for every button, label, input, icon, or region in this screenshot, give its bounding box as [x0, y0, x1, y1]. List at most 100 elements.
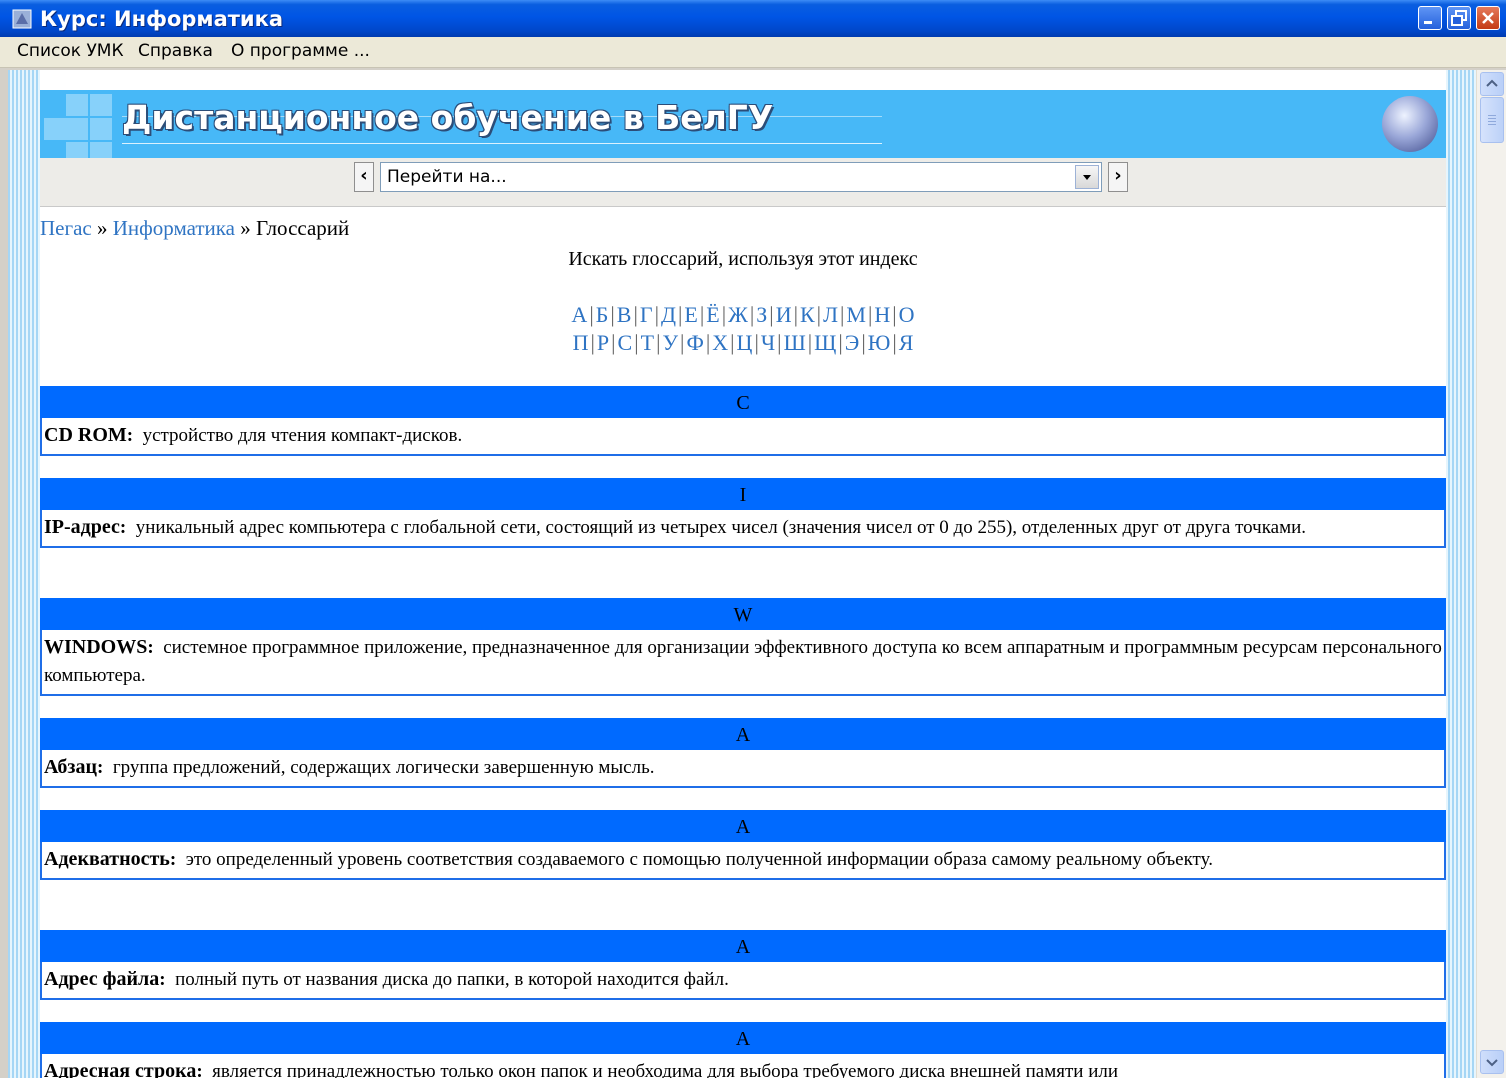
entry-term: Адресная строка: [44, 1060, 197, 1078]
index-letter-link[interactable]: М: [846, 302, 866, 327]
index-letter-link[interactable]: Е: [684, 302, 697, 327]
index-letter-link[interactable]: Э: [845, 330, 860, 355]
index-letter-link[interactable]: Ц: [737, 330, 753, 355]
chevron-down-icon[interactable]: [1075, 165, 1099, 189]
entry-term: Адрес файла: [44, 968, 160, 990]
index-letter-link[interactable]: Т: [641, 330, 654, 355]
index-separator: |: [793, 302, 798, 327]
entry-definition: является принадлежностью только окон пап…: [212, 1061, 1119, 1078]
index-separator: |: [892, 302, 897, 327]
window-title-bar[interactable]: Курс: Информатика: [0, 0, 1506, 37]
restore-icon[interactable]: [1447, 6, 1471, 30]
index-letter-link[interactable]: Р: [597, 330, 609, 355]
scroll-up-icon[interactable]: [1480, 72, 1504, 96]
menu-item-help[interactable]: Справка: [138, 41, 213, 61]
menu-item-about[interactable]: О программе ...: [231, 41, 370, 61]
breadcrumb-link-course[interactable]: Информатика: [113, 216, 235, 240]
prev-button[interactable]: ‹: [354, 162, 374, 192]
index-letter-link[interactable]: Ю: [868, 330, 891, 355]
entry-body: Адресная строка: является принадлежность…: [40, 1054, 1446, 1078]
index-letter-link[interactable]: К: [800, 302, 815, 327]
app-icon: [12, 9, 32, 29]
index-letter-link[interactable]: Ч: [761, 330, 775, 355]
index-letter-link[interactable]: Д: [661, 302, 676, 327]
index-letter-link[interactable]: Ё: [706, 302, 719, 327]
breadcrumb: Пегас » Информатика » Глоссарий: [40, 216, 349, 241]
next-button[interactable]: ›: [1108, 162, 1128, 192]
vertical-scrollbar[interactable]: [1476, 70, 1506, 1078]
alphabet-index-row-2: П|Р|С|Т|У|Ф|Х|Ц|Ч|Ш|Щ|Э|Ю|Я: [40, 330, 1446, 356]
jump-to-select[interactable]: Перейти на...: [380, 162, 1102, 192]
page-content: Дистанционное обучение в БелГУ ‹ Перейти…: [40, 70, 1446, 1078]
index-letter-link[interactable]: А: [571, 302, 587, 327]
index-letter-link[interactable]: Н: [874, 302, 890, 327]
index-separator: |: [838, 330, 843, 355]
entry-body: CD ROM: устройство для чтения компакт-ди…: [40, 418, 1446, 456]
entry-term: Адекватность: [44, 848, 170, 870]
index-letter-link[interactable]: Ф: [686, 330, 703, 355]
entry-definition: полный путь от названия диска до папки, …: [175, 969, 729, 990]
glossary-entry: W WINDOWS: системное программное приложе…: [40, 598, 1446, 696]
index-letter-link[interactable]: И: [776, 302, 792, 327]
index-separator: |: [634, 330, 639, 355]
index-letter-link[interactable]: П: [573, 330, 589, 355]
index-letter-link[interactable]: Б: [596, 302, 609, 327]
index-letter-link[interactable]: Ж: [728, 302, 748, 327]
index-letter-link[interactable]: О: [899, 302, 915, 327]
index-separator: |: [861, 330, 866, 355]
index-letter-link[interactable]: Х: [712, 330, 728, 355]
glossary-search-hint: Искать глоссарий, используя этот индекс: [568, 248, 918, 270]
index-separator: |: [807, 330, 813, 355]
index-letter-link[interactable]: Л: [823, 302, 838, 327]
entry-definition: системное программное приложение, предна…: [44, 637, 1442, 686]
index-separator: |: [589, 302, 594, 327]
scrollbar-thumb[interactable]: [1480, 97, 1504, 143]
close-icon[interactable]: [1476, 6, 1500, 30]
menu-bar: Список УМК Справка О программе ...: [0, 37, 1506, 68]
banner-title: Дистанционное обучение в БелГУ: [122, 98, 774, 137]
scroll-down-icon[interactable]: [1480, 1050, 1504, 1074]
glossary-entry: А Адресная строка: является принадлежнос…: [40, 1022, 1446, 1078]
university-logo: [1382, 96, 1438, 152]
entry-body: IP-адрес: уникальный адрес компьютера с …: [40, 510, 1446, 548]
index-separator: |: [892, 330, 897, 355]
glossary-entry: А Адрес файла: полный путь от названия д…: [40, 930, 1446, 1000]
minimize-icon[interactable]: [1418, 6, 1442, 30]
navigation-bar: ‹ Перейти на... ›: [40, 158, 1446, 207]
entry-term: Абзац: [44, 756, 97, 778]
alphabet-index-row-1: А|Б|В|Г|Д|Е|Ё|Ж|З|И|К|Л|М|Н|О: [40, 302, 1446, 328]
glossary-entry: А Абзац: группа предложений, содержащих …: [40, 718, 1446, 788]
index-letter-link[interactable]: В: [617, 302, 632, 327]
breadcrumb-separator: »: [97, 216, 108, 240]
index-separator: |: [749, 302, 755, 327]
site-banner: Дистанционное обучение в БелГУ: [40, 90, 1446, 158]
entry-definition: это определенный уровень соответствия со…: [185, 849, 1213, 870]
index-separator: |: [721, 302, 727, 327]
entry-definition: группа предложений, содержащих логически…: [112, 757, 655, 778]
entry-letter-header: I: [40, 478, 1446, 510]
breadcrumb-current: Глоссарий: [256, 216, 350, 240]
content-frame: Дистанционное обучение в БелГУ ‹ Перейти…: [8, 70, 1476, 1078]
index-letter-link[interactable]: З: [756, 302, 767, 327]
index-letter-link[interactable]: Ш: [784, 330, 806, 355]
menu-item-umk-list[interactable]: Список УМК: [17, 41, 124, 61]
index-separator: |: [633, 302, 638, 327]
index-separator: |: [754, 330, 759, 355]
entry-letter-header: А: [40, 930, 1446, 962]
entry-letter-header: А: [40, 1022, 1446, 1054]
entry-definition: уникальный адрес компьютера с глобальной…: [135, 517, 1307, 538]
entry-term: IP-адрес: [44, 516, 120, 538]
index-separator: |: [654, 302, 659, 327]
entry-letter-header: А: [40, 810, 1446, 842]
entry-body: Адекватность: это определенный уровень с…: [40, 842, 1446, 880]
entry-definition: устройство для чтения компакт-дисков.: [142, 425, 463, 446]
index-letter-link[interactable]: Щ: [814, 330, 836, 355]
index-separator: |: [705, 330, 711, 355]
breadcrumb-link-pegas[interactable]: Пегас: [40, 216, 92, 240]
breadcrumb-separator: »: [240, 216, 251, 240]
index-letter-link[interactable]: У: [662, 330, 678, 355]
index-separator: |: [777, 330, 782, 355]
index-letter-link[interactable]: С: [618, 330, 633, 355]
index-letter-link[interactable]: Я: [899, 330, 914, 355]
index-letter-link[interactable]: Г: [640, 302, 653, 327]
